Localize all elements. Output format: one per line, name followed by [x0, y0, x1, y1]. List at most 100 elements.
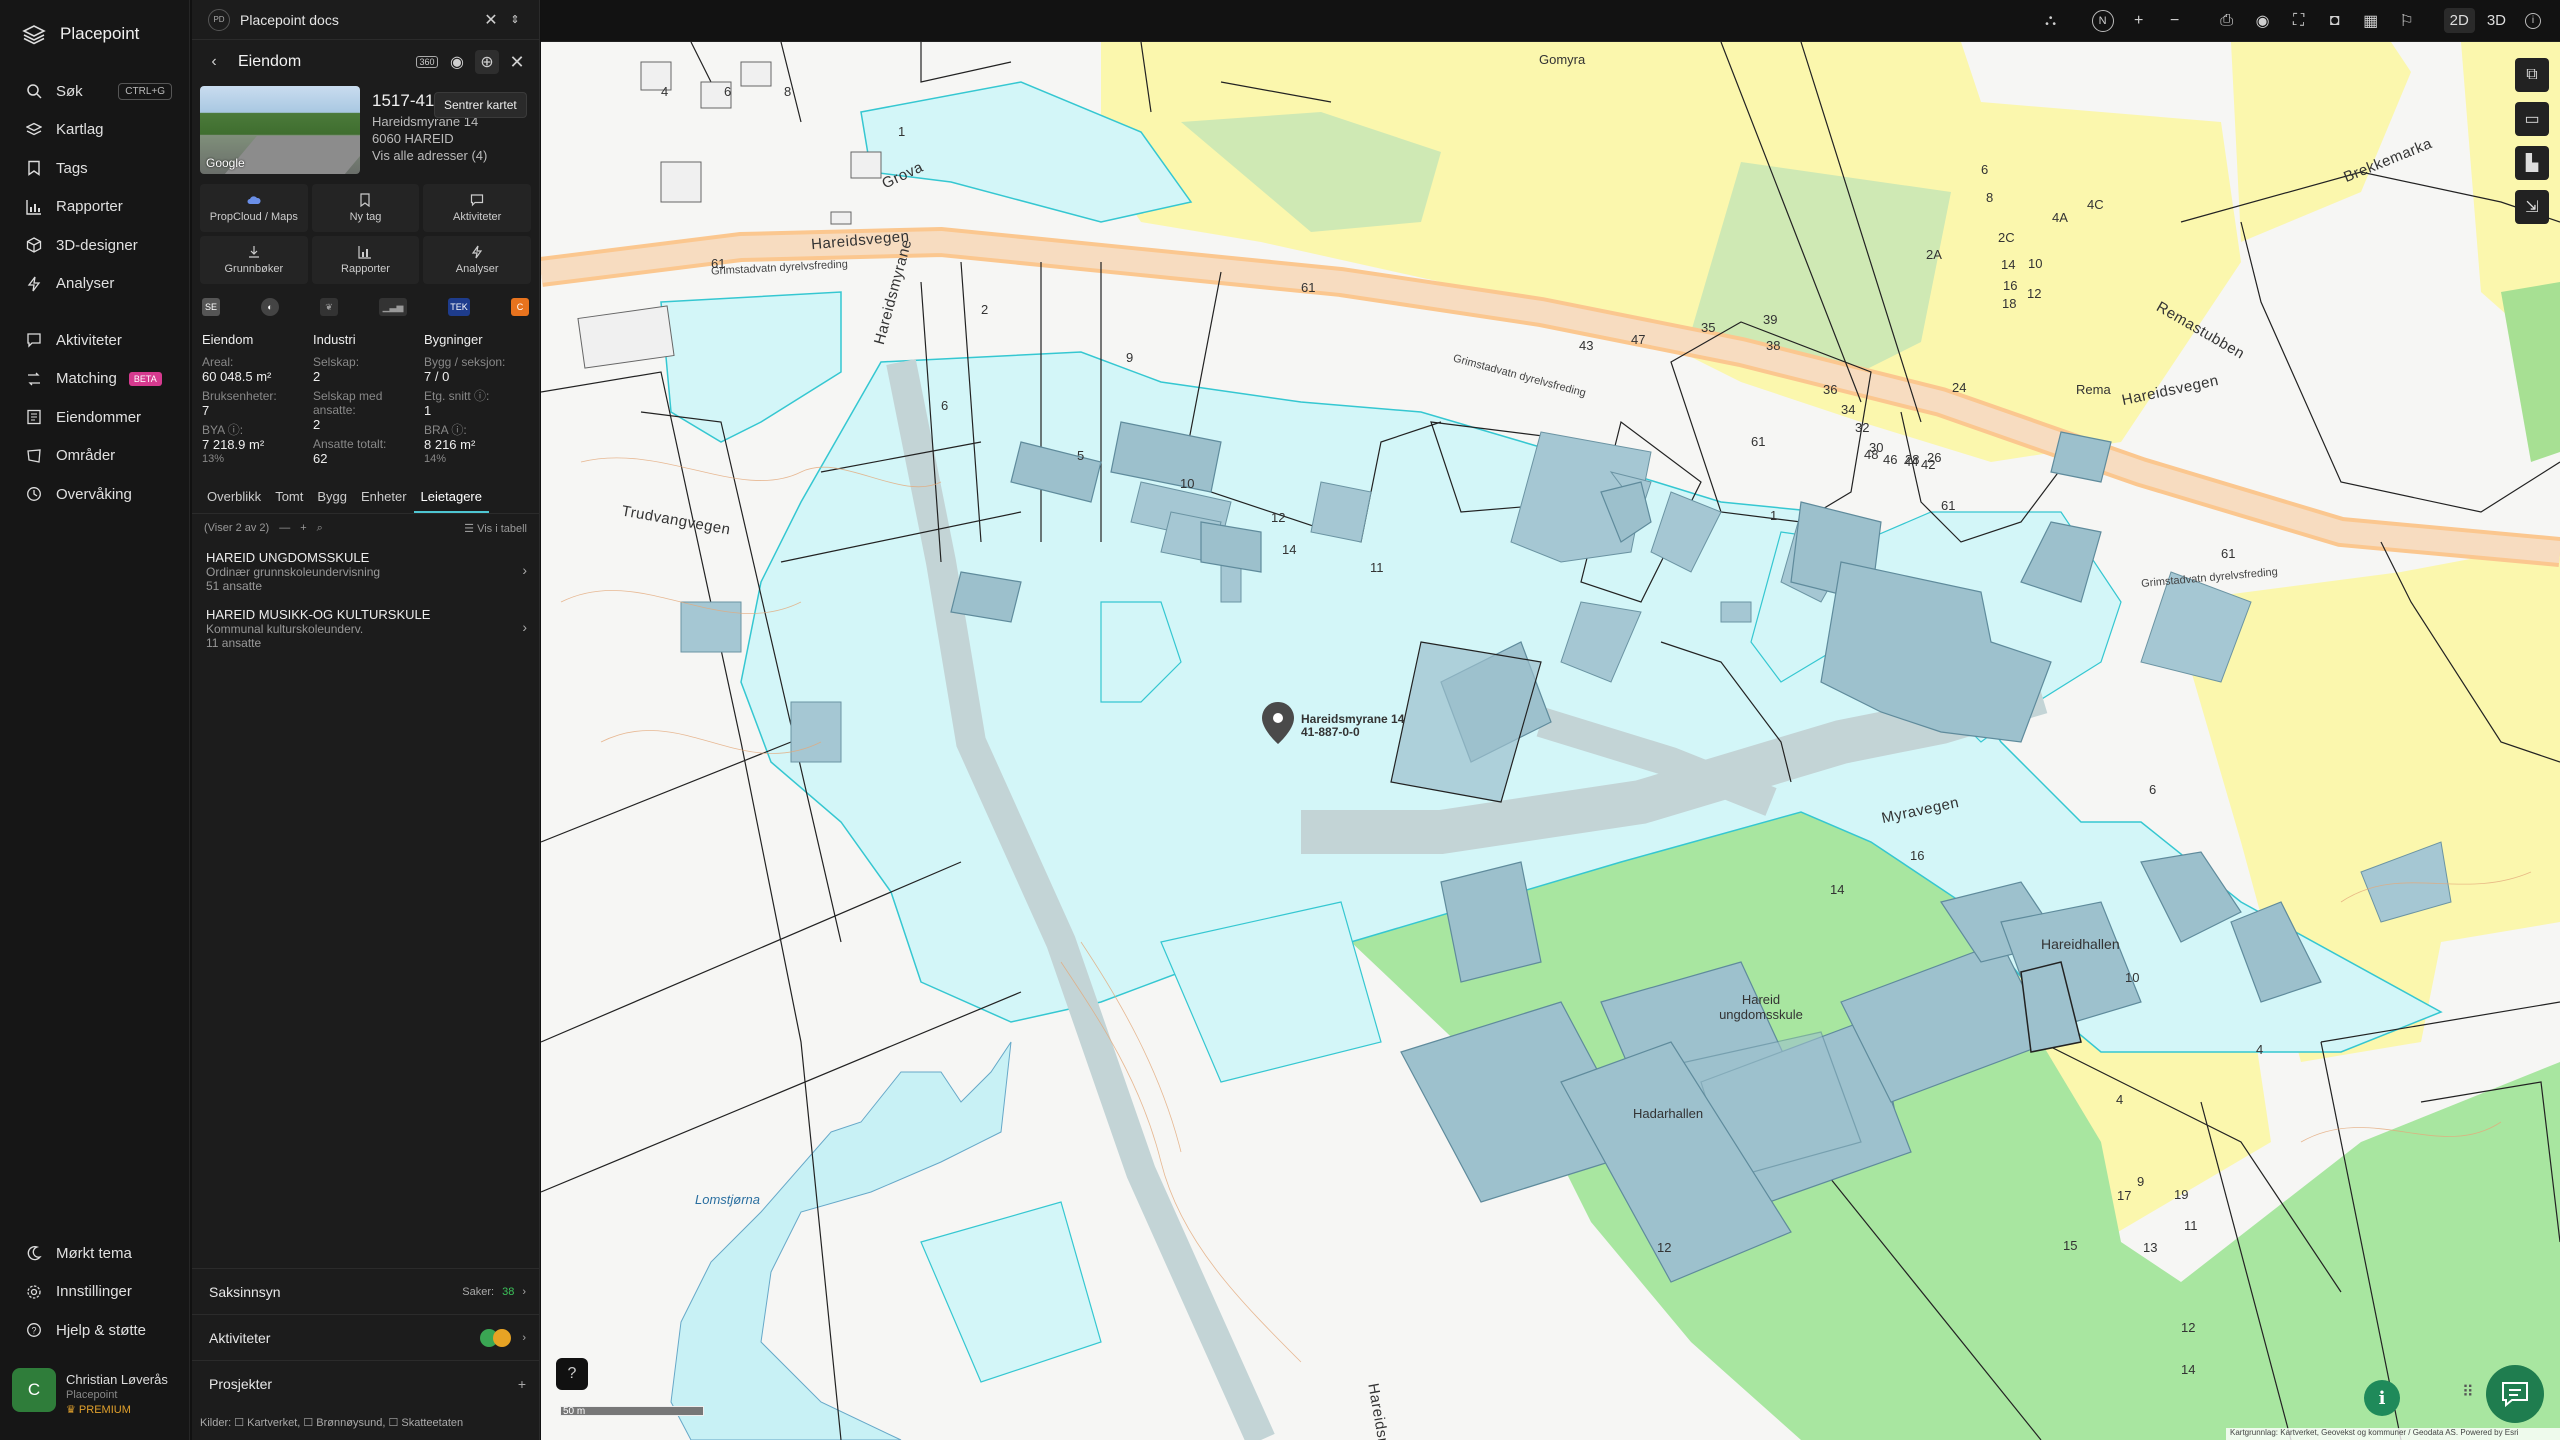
compass-button[interactable]: N	[2088, 6, 2118, 36]
source-bars-icon[interactable]: ▁▃▅	[379, 298, 407, 316]
screenshot-button[interactable]: ◘	[2320, 6, 2350, 36]
propcloud-button[interactable]: PropCloud / Maps	[200, 184, 308, 232]
street-photo[interactable]: Google	[200, 86, 360, 174]
source-leaf-icon[interactable]: ❦	[320, 298, 338, 316]
measure-button[interactable]: ▭	[2515, 102, 2549, 136]
info-button[interactable]: i	[2518, 6, 2548, 36]
map-attribution: Kartgrunnlag: Kartverket, Geovekst og ko…	[2226, 1428, 2560, 1440]
drag-handle-icon[interactable]: ⠿	[2462, 1382, 2474, 1402]
elevation-button[interactable]: ⇲	[2515, 190, 2549, 224]
source-halfcircle-icon[interactable]: ◐	[261, 298, 279, 316]
table-view-button[interactable]: ☰ Vis i tabell	[464, 522, 527, 535]
analyses-button[interactable]: Analyser	[423, 236, 531, 284]
mode-2d-toggle[interactable]: 2D	[2443, 8, 2475, 33]
back-button[interactable]: ‹	[202, 50, 226, 74]
stat-value: 60 048.5 m²	[202, 369, 272, 384]
fullscreen-button[interactable]: ⛶	[2284, 6, 2314, 36]
building-label-hadarhallen: Hadarhallen	[1633, 1106, 1704, 1121]
center-map-button[interactable]: ⊕	[475, 50, 499, 74]
visibility-button[interactable]: ◉	[2248, 6, 2278, 36]
list-item[interactable]: HAREID MUSIKK-OG KULTURSKULE Kommunal ku…	[192, 599, 539, 656]
map-canvas[interactable]: Hareidsmyrane Myravegen Trudvangvegen Gr…	[541, 42, 2560, 1440]
workspace-badge: PD	[208, 8, 230, 31]
section-saksinnsyn[interactable]: Saksinnsyn Saker: 38 ›	[192, 1268, 540, 1314]
property-tabs: Overblikk Tomt Bygg Enheter Leietagere	[192, 483, 539, 514]
nav-item-rapporter[interactable]: Rapporter	[0, 188, 190, 227]
house-number-label: 14	[1830, 882, 1845, 897]
layers-3d-button[interactable]: ⛬	[2036, 6, 2066, 36]
grid-button[interactable]: ▦	[2356, 6, 2386, 36]
chat-support-button[interactable]	[2486, 1365, 2544, 1423]
house-number-label: 44	[1904, 454, 1919, 469]
stat-value: 8 216 m²	[424, 437, 476, 452]
road-number: 61	[1941, 498, 1956, 513]
new-tag-button[interactable]: Ny tag	[311, 184, 420, 232]
add-icon[interactable]: +	[300, 522, 306, 534]
nav-item-analyser[interactable]: Analyser	[0, 265, 190, 304]
close-workspace-button[interactable]: ✕	[479, 8, 503, 32]
zoom-in-button[interactable]: +	[2124, 6, 2154, 36]
user-card[interactable]: C Christian Løverås Placepoint ♛ PREMIUM	[12, 1368, 178, 1420]
brand[interactable]: Placepoint	[22, 22, 139, 46]
nav-item-settings[interactable]: Innstillinger	[0, 1273, 190, 1312]
close-panel-button[interactable]: ✕	[505, 50, 529, 74]
placepoint-logo-icon	[22, 25, 46, 45]
tab-tomt[interactable]: Tomt	[268, 483, 310, 513]
nav-item-help[interactable]: ? Hjelp & støtte	[0, 1311, 190, 1350]
mode-3d-toggle[interactable]: 3D	[2481, 8, 2512, 33]
zoom-out-button[interactable]: −	[2160, 6, 2190, 36]
pin-address-label: Hareidsmyrane 14	[1301, 712, 1405, 726]
nav-item-3d-designer[interactable]: 3D-designer	[0, 226, 190, 265]
source-se-icon[interactable]: SE	[202, 298, 220, 316]
elevation-icon: ⇲	[2525, 199, 2539, 216]
nav-item-sok[interactable]: Søk CTRL+G	[0, 72, 190, 111]
nav-item-dark-theme[interactable]: Mørkt tema	[0, 1234, 190, 1273]
road-number: 61	[1751, 434, 1766, 449]
tab-enheter[interactable]: Enheter	[354, 483, 414, 513]
nav-label: Kartlag	[56, 121, 104, 139]
grid-icon: ▦	[2363, 12, 2379, 30]
street-view-button[interactable]: 360	[415, 50, 439, 74]
map-help-button[interactable]: ?	[556, 1358, 588, 1390]
nav-item-overvaking[interactable]: Overvåking	[0, 475, 190, 514]
brand-name: Placepoint	[60, 24, 140, 43]
expand-workspace-button[interactable]: ⇕	[503, 8, 527, 32]
action-label: Rapporter	[341, 263, 390, 275]
house-number-label: 36	[1823, 382, 1838, 397]
map-info-button[interactable]: i	[2364, 1380, 2400, 1416]
collapse-icon[interactable]: —	[279, 522, 290, 534]
nav-item-omrader[interactable]: Områder	[0, 437, 190, 476]
list-item[interactable]: HAREID UNGDOMSSKULE Ordinær grunnskoleun…	[192, 542, 539, 599]
nav-item-kartlag[interactable]: Kartlag	[0, 111, 190, 150]
all-addresses-link[interactable]: Vis alle adresser (4)	[372, 147, 531, 164]
crown-icon: ♛	[66, 1404, 79, 1416]
section-aktiviteter[interactable]: Aktiviteter ›	[192, 1314, 540, 1360]
plus-icon[interactable]: +	[518, 1376, 526, 1392]
tab-bygg[interactable]: Bygg	[310, 483, 354, 513]
building-label-ungdomsskule: Hareid ungdomsskule	[1719, 992, 1803, 1022]
tab-overblikk[interactable]: Overblikk	[200, 483, 268, 513]
reports-button[interactable]: Rapporter	[311, 236, 420, 284]
section-prosjekter[interactable]: Prosjekter +	[192, 1360, 540, 1406]
house-number-label: 11	[1370, 560, 1384, 575]
grunnboker-button[interactable]: Grunnbøker	[200, 236, 308, 284]
chevron-right-icon: ›	[522, 1331, 526, 1344]
nav-item-matching[interactable]: Matching BETA	[0, 360, 190, 399]
nav-item-eiendommer[interactable]: Eiendommer	[0, 398, 190, 437]
bookmark-button[interactable]: ⚐	[2392, 6, 2422, 36]
activities-button[interactable]: Aktiviteter	[423, 184, 531, 232]
section-label: Saksinnsyn	[209, 1283, 281, 1300]
search-icon[interactable]: ⌕	[317, 522, 323, 535]
tab-leietagere[interactable]: Leietagere	[413, 483, 489, 513]
chart-button[interactable]: ▙	[2515, 146, 2549, 180]
source-c-icon[interactable]: C	[511, 298, 529, 316]
nav-item-aktiviteter[interactable]: Aktiviteter	[0, 321, 190, 360]
source-tek-icon[interactable]: TEK	[448, 298, 470, 316]
visibility-button[interactable]: ◉	[445, 50, 469, 74]
premium-badge: ♛ PREMIUM	[66, 1403, 168, 1416]
layer-tools-button[interactable]: ⧉	[2515, 58, 2549, 92]
panel-header: ‹ Eiendom 360 ◉ ⊕ ✕	[192, 40, 539, 84]
print-button[interactable]: ⎙	[2212, 6, 2242, 36]
house-number-label: 12	[1657, 1240, 1672, 1255]
nav-item-tags[interactable]: Tags	[0, 149, 190, 188]
